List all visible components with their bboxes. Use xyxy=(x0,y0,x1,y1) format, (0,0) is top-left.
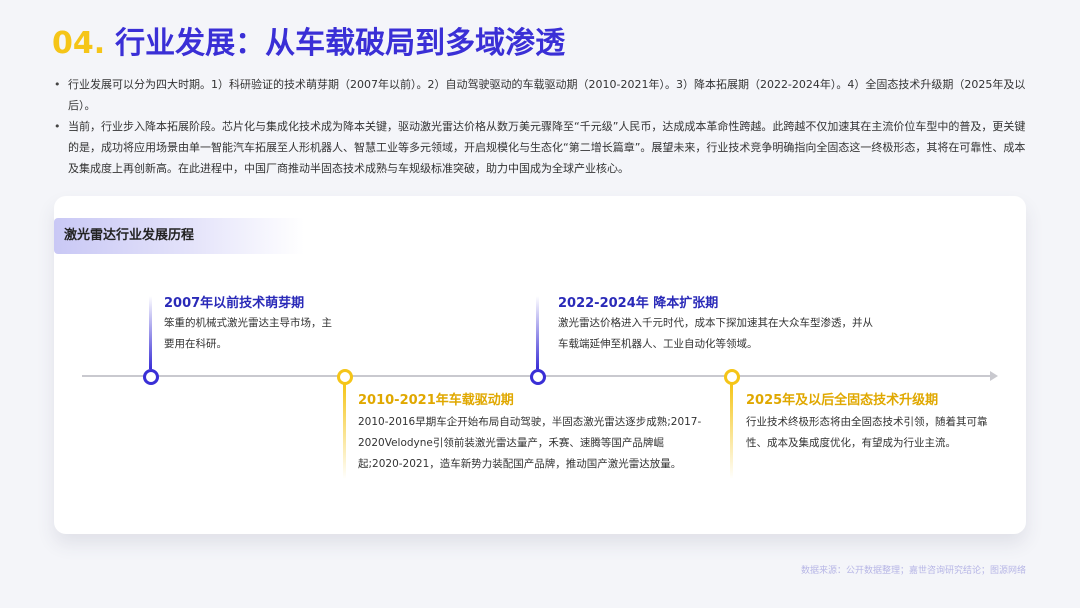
phase-description: 笨重的机械式激光雷达主导市场，主要用在科研。 xyxy=(164,317,332,350)
section-number: 04. xyxy=(52,26,106,61)
bullet-item: 行业发展可以分为四大时期。1）科研验证的技术萌芽期（2007年以前）。2）自动驾… xyxy=(52,74,1030,116)
phase-title: 2007年以前技术萌芽期 xyxy=(164,296,305,311)
phase-description: 2010-2016早期车企开始布局自动驾驶，半固态激光雷达逐步成熟;2017-2… xyxy=(358,416,702,470)
phase-connector xyxy=(343,384,346,479)
phase-connector xyxy=(730,384,733,479)
data-source: 数据来源：公开数据整理；嘉世咨询研究结论；图源网络 xyxy=(800,566,1026,576)
timeline-node xyxy=(143,369,159,385)
bullet-item: 当前，行业步入降本拓展阶段。芯片化与集成化技术成为降本关键，驱动激光雷达价格从数… xyxy=(52,116,1030,179)
phase-title: 2025年及以后全固态技术升级期 xyxy=(746,393,939,408)
phase-description: 激光雷达价格进入千元时代，成本下探加速其在大众车型渗透，并从车载端延伸至机器人、… xyxy=(558,317,873,350)
title-text: 行业发展：从车载破局到多域渗透 xyxy=(115,26,566,61)
timeline-card: 激光雷达行业发展历程 2007年以前技术萌芽期 笨重的机械式激光雷达主导市场，主… xyxy=(54,196,1026,534)
page-title: 04. 行业发展：从车载破局到多域渗透 xyxy=(52,18,565,62)
timeline-node xyxy=(337,369,353,385)
phase-description: 行业技术终极形态将由全固态技术引领，随着其可靠性、成本及集成度优化，有望成为行业… xyxy=(746,416,988,449)
phase-title: 2010-2021年车载驱动期 xyxy=(358,393,514,408)
card-label: 激光雷达行业发展历程 xyxy=(54,218,304,254)
summary-bullets: 行业发展可以分为四大时期。1）科研验证的技术萌芽期（2007年以前）。2）自动驾… xyxy=(52,74,1030,179)
timeline-node xyxy=(530,369,546,385)
phase-connector xyxy=(536,296,539,369)
phase-connector xyxy=(149,296,152,369)
timeline-node xyxy=(724,369,740,385)
timeline-arrow-icon xyxy=(990,371,998,381)
phase-title: 2022-2024年 降本扩张期 xyxy=(558,296,719,311)
